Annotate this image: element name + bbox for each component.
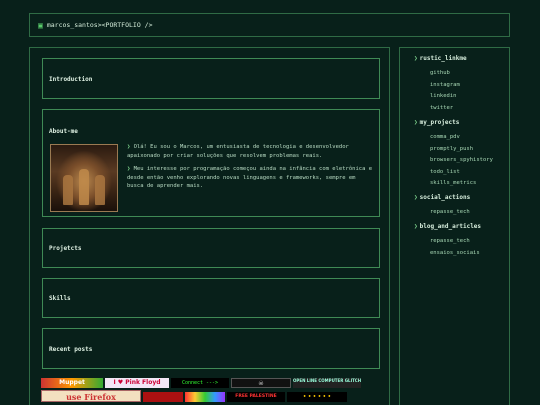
profile-photo [50,144,118,212]
badge-muppet[interactable]: Muppet [41,378,103,388]
site-title[interactable]: marcos_santos><PORTFOLIO /> [47,21,153,29]
chevron-right-icon: ❯ [414,194,418,201]
section-title-posts: Recent posts [49,346,93,353]
about-text: ❯ Olá! Eu sou o Marcos, um entusiasta de… [127,143,373,196]
sidebar-group-rustic-linkme: ❯ rustic_linkme github instagram linkedin… [414,55,467,116]
chevron-right-icon: ❯ [414,119,418,126]
chevron-right-icon: ❯ [127,166,134,173]
chevron-right-icon: ❯ [414,55,418,62]
sidebar-link-comma-pdv[interactable]: comma_pdv [414,134,493,146]
badge-free-palestine[interactable]: FREE PALESTINE [227,392,285,402]
skull-icon: ☠ [258,380,264,387]
sidebar-head[interactable]: ❯ blog_and_articles [414,223,481,234]
section-title-introduction: Introduction [49,76,93,83]
badge-pink-floyd[interactable]: I ♥ Pink Floyd [105,378,169,388]
sidebar-group-social-actions: ❯ social_actions repasse_tech [414,194,470,221]
section-title-about: About-me [49,128,78,135]
badge-skull[interactable]: ☠ [231,378,291,388]
sidebar-link-github[interactable]: github [414,70,467,82]
badge-red[interactable] [143,392,183,402]
sidebar-group-my-projects: ❯ my_projects comma_pdv promptly_push bro… [414,119,493,192]
sidebar-link-twitter[interactable]: twitter [414,105,467,117]
chevron-right-icon: ❯ [414,223,418,230]
about-paragraph-1: Olá! Eu sou o Marcos, um entusiasta de t… [127,144,349,159]
badge-open-line[interactable]: OPEN LINE COMPUTER GLITCH [293,378,361,388]
sidebar-link-repasse-tech-blog[interactable]: repasse_tech [414,238,481,250]
sidebar-link-instagram[interactable]: instagram [414,82,467,94]
sidebar-group-label: social_actions [419,194,471,201]
sidebar-link-todo-list[interactable]: todo_list [414,169,493,181]
sidebar-group-label: blog_and_articles [419,223,482,230]
sidebar-link-browsers-spyhistory[interactable]: browsers_spyhistory [414,157,493,169]
badge-connect[interactable]: Connect ---> [171,378,229,388]
section-recent-posts: Recent posts [42,328,380,369]
terminal-icon: ▣ [38,20,43,30]
section-projects: Projetcts [42,228,380,268]
section-skills: Skills [42,278,380,318]
section-title-skills: Skills [49,295,71,302]
header-bar: ▣ marcos_santos><PORTFOLIO /> [29,13,510,37]
badge-strip: Muppet I ♥ Pink Floyd Connect ---> ☠ OPE… [41,378,371,405]
about-paragraph-2: Meu interesse por programação começou ai… [127,166,373,190]
section-title-projects: Projetcts [49,245,82,252]
section-about-me: About-me ❯ Olá! Eu sou o Marcos, um entu… [42,109,380,217]
badge-firefox[interactable]: use Firefox [41,390,141,402]
badge-pacman[interactable]: • • • • • • [287,392,347,402]
sidebar-head[interactable]: ❯ social_actions [414,194,470,205]
sidebar-group-label: my_projects [419,119,460,126]
main-content: Introduction About-me ❯ Olá! Eu sou o Ma… [29,47,390,405]
sidebar-link-skills-metrics[interactable]: skills_metrics [414,180,493,192]
sidebar-link-repasse-tech[interactable]: repasse_tech [414,209,470,221]
sidebar-link-linkedin[interactable]: linkedin [414,93,467,105]
section-introduction: Introduction [42,58,380,99]
sidebar: ❯ rustic_linkme github instagram linkedin… [399,47,510,405]
chevron-right-icon: ❯ [127,144,134,150]
sidebar-link-promptly-push[interactable]: promptly_push [414,146,493,158]
sidebar-link-ensaios-sociais[interactable]: ensaios_sociais [414,250,481,262]
sidebar-head[interactable]: ❯ rustic_linkme [414,55,467,66]
sidebar-head[interactable]: ❯ my_projects [414,119,493,130]
sidebar-group-label: rustic_linkme [419,55,467,62]
badge-rainbow[interactable] [185,392,225,402]
sidebar-group-blog-articles: ❯ blog_and_articles repasse_tech ensaios_… [414,223,481,261]
